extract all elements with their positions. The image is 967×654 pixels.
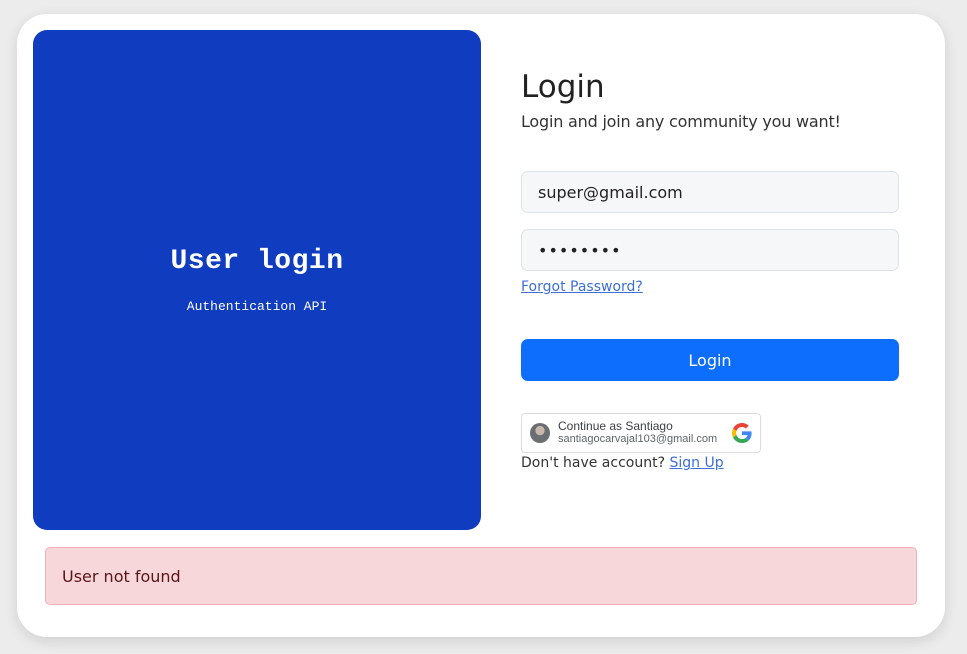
hero-panel: User login Authentication API (33, 30, 481, 530)
hero-title: User login (170, 246, 344, 277)
page-title: Login (521, 69, 605, 105)
google-continue-label: Continue as Santiago (558, 420, 673, 433)
hero-subtitle: Authentication API (186, 299, 328, 314)
error-message: User not found (62, 566, 181, 586)
error-alert: User not found (45, 547, 917, 605)
signup-link[interactable]: Sign Up (669, 455, 723, 471)
page-subtitle: Login and join any community you want! (521, 112, 841, 131)
google-g-icon (732, 423, 752, 443)
forgot-password-link[interactable]: Forgot Password? (521, 279, 643, 295)
signup-prompt: Don't have account? (521, 455, 670, 471)
login-form: Login Login and join any community you w… (521, 66, 899, 471)
google-account-email: santiagocarvajal103@gmail.com (558, 433, 718, 445)
email-input[interactable] (521, 171, 899, 213)
password-input[interactable] (521, 229, 899, 271)
login-card: User login Authentication API Login Logi… (17, 14, 945, 637)
login-button[interactable]: Login (521, 339, 899, 381)
google-account-info: Continue as Santiago santiagocarvajal103… (558, 420, 728, 446)
google-signin-button[interactable]: Continue as Santiago santiagocarvajal103… (521, 413, 761, 453)
signup-row: Don't have account? Sign Up (521, 455, 899, 471)
avatar (530, 423, 550, 443)
